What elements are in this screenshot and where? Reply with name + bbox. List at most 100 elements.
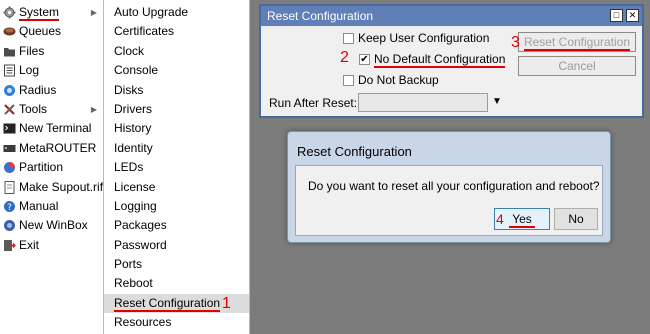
menu-item-label: New WinBox (19, 218, 88, 233)
submenu-item-disks[interactable]: Disks (104, 81, 249, 100)
checkbox-box[interactable]: ✔ (359, 54, 370, 66)
checkbox-label: No Default Configuration (374, 52, 506, 68)
menu-item-metarouter[interactable]: MetaROUTER (0, 139, 103, 158)
no-button[interactable]: No (554, 208, 598, 230)
svg-text:?: ? (7, 203, 12, 213)
submenu-item-label: Clock (114, 43, 145, 58)
checkbox-label: Keep User Configuration (358, 31, 490, 45)
menu-item-label: System (19, 5, 60, 21)
log-icon (3, 64, 16, 77)
menu-item-partition[interactable]: Partition (0, 158, 103, 177)
close-icon[interactable]: ✕ (626, 9, 639, 22)
checkbox-box[interactable] (343, 33, 354, 45)
submenu-item-label: Drivers (114, 101, 152, 116)
submenu-item-console[interactable]: Console (104, 61, 249, 80)
submenu-item-history[interactable]: History (104, 119, 249, 138)
submenu-item-label: Reset Configuration (114, 295, 221, 312)
submenu-item-leds[interactable]: LEDs (104, 158, 249, 177)
submenu-item-license[interactable]: License (104, 178, 249, 197)
radius-icon (3, 84, 16, 97)
submenu-item-label: Disks (114, 82, 144, 97)
menu-item-make-supout[interactable]: Make Supout.rif (0, 178, 103, 197)
tools-icon (3, 103, 16, 116)
menu-item-new-winbox[interactable]: New WinBox (0, 216, 103, 235)
button-label: Yes (509, 212, 535, 228)
submenu-item-label: Ports (114, 257, 143, 272)
reset-configuration-button[interactable]: Reset Configuration (518, 32, 636, 52)
submenu-item-certificates[interactable]: Certificates (104, 22, 249, 41)
cancel-button[interactable]: Cancel (518, 56, 636, 76)
button-label: No (568, 212, 584, 226)
submenu-item-reboot[interactable]: Reboot (104, 274, 249, 293)
submenu-arrow-icon: ▶ (90, 8, 97, 17)
submenu-item-resources[interactable]: Resources (104, 313, 249, 332)
button-label: Cancel (558, 59, 596, 73)
submenu-item-logging[interactable]: Logging (104, 197, 249, 216)
menu-item-label: Tools (19, 101, 48, 116)
step-2-annotation: 2 (340, 49, 349, 66)
submenu-item-label: Resources (114, 315, 172, 330)
submenu-item-label: History (114, 121, 152, 136)
window-title: Reset Configuration (267, 9, 374, 23)
menu-item-radius[interactable]: Radius (0, 81, 103, 100)
submenu-item-label: Password (114, 237, 167, 252)
system-submenu: Auto Upgrade Certificates Clock Console … (104, 0, 250, 334)
menu-item-label: Radius (19, 82, 57, 97)
no-default-config-checkbox[interactable]: ✔ No Default Configuration (359, 52, 506, 68)
checkbox-box[interactable] (343, 75, 354, 87)
step-4-annotation: 4 (496, 211, 504, 227)
menu-item-label: Queues (19, 24, 62, 39)
checkbox-label: Do Not Backup (358, 73, 439, 87)
run-after-reset-select[interactable] (358, 93, 488, 112)
menu-item-label: Files (19, 43, 45, 58)
submenu-item-label: Auto Upgrade (114, 5, 189, 19)
menu-item-label: Manual (19, 198, 59, 213)
run-after-reset-label: Run After Reset: (269, 96, 358, 110)
menu-item-queues[interactable]: Queues (0, 22, 103, 41)
menu-item-new-terminal[interactable]: New Terminal (0, 119, 103, 138)
menu-item-system[interactable]: System ▶ (0, 3, 103, 22)
submenu-item-label: Reboot (114, 276, 153, 291)
menu-item-label: New Terminal (19, 121, 92, 136)
menu-item-log[interactable]: Log (0, 61, 103, 80)
reset-configuration-window: Reset Configuration □ ✕ Keep User Config… (259, 4, 644, 118)
metarouter-icon (3, 142, 16, 155)
submenu-item-label: LEDs (114, 160, 144, 175)
menu-item-label: Make Supout.rif (19, 179, 104, 194)
exit-icon (3, 239, 16, 252)
submenu-item-packages[interactable]: Packages (104, 216, 249, 235)
submenu-item-drivers[interactable]: Drivers (104, 100, 249, 119)
maximize-icon[interactable]: □ (610, 9, 623, 22)
menu-item-label: Log (19, 63, 40, 78)
dropdown-arrow-icon[interactable]: ▼ (492, 96, 502, 107)
menu-item-files[interactable]: Files (0, 42, 103, 61)
menu-item-manual[interactable]: ? Manual (0, 197, 103, 216)
submenu-item-ports[interactable]: Ports (104, 255, 249, 274)
supout-icon (3, 180, 16, 194)
submenu-item-auto-upgrade[interactable]: Auto Upgrade (104, 3, 249, 22)
partition-icon (3, 161, 16, 174)
submenu-arrow-icon: ▶ (90, 104, 97, 114)
menu-item-tools[interactable]: Tools ▶ (0, 100, 103, 119)
button-label: Reset Configuration (523, 35, 631, 51)
menu-item-label: MetaROUTER (19, 140, 97, 155)
submenu-item-label: Console (114, 63, 159, 78)
keep-user-config-checkbox[interactable]: Keep User Configuration (343, 31, 489, 45)
submenu-item-label: Certificates (114, 24, 175, 39)
dialog-title: Reset Configuration (297, 144, 412, 159)
step-3-annotation: 3 (511, 34, 520, 51)
menu-item-label: Exit (19, 237, 40, 252)
submenu-item-identity[interactable]: Identity (104, 139, 249, 158)
submenu-item-label: License (114, 179, 156, 194)
do-not-backup-checkbox[interactable]: Do Not Backup (343, 73, 439, 87)
submenu-item-clock[interactable]: Clock (104, 42, 249, 61)
gear-icon (3, 6, 16, 19)
folder-icon (3, 45, 16, 58)
dialog-body: Do you want to reset all your configurat… (295, 165, 603, 236)
confirm-dialog: Reset Configuration Do you want to reset… (287, 131, 611, 243)
winbox-icon (3, 219, 16, 232)
submenu-item-label: Identity (114, 140, 153, 155)
submenu-item-password[interactable]: Password (104, 236, 249, 255)
submenu-item-reset-configuration[interactable]: Reset Configuration 1 (104, 293, 249, 314)
menu-item-exit[interactable]: Exit (0, 236, 103, 255)
